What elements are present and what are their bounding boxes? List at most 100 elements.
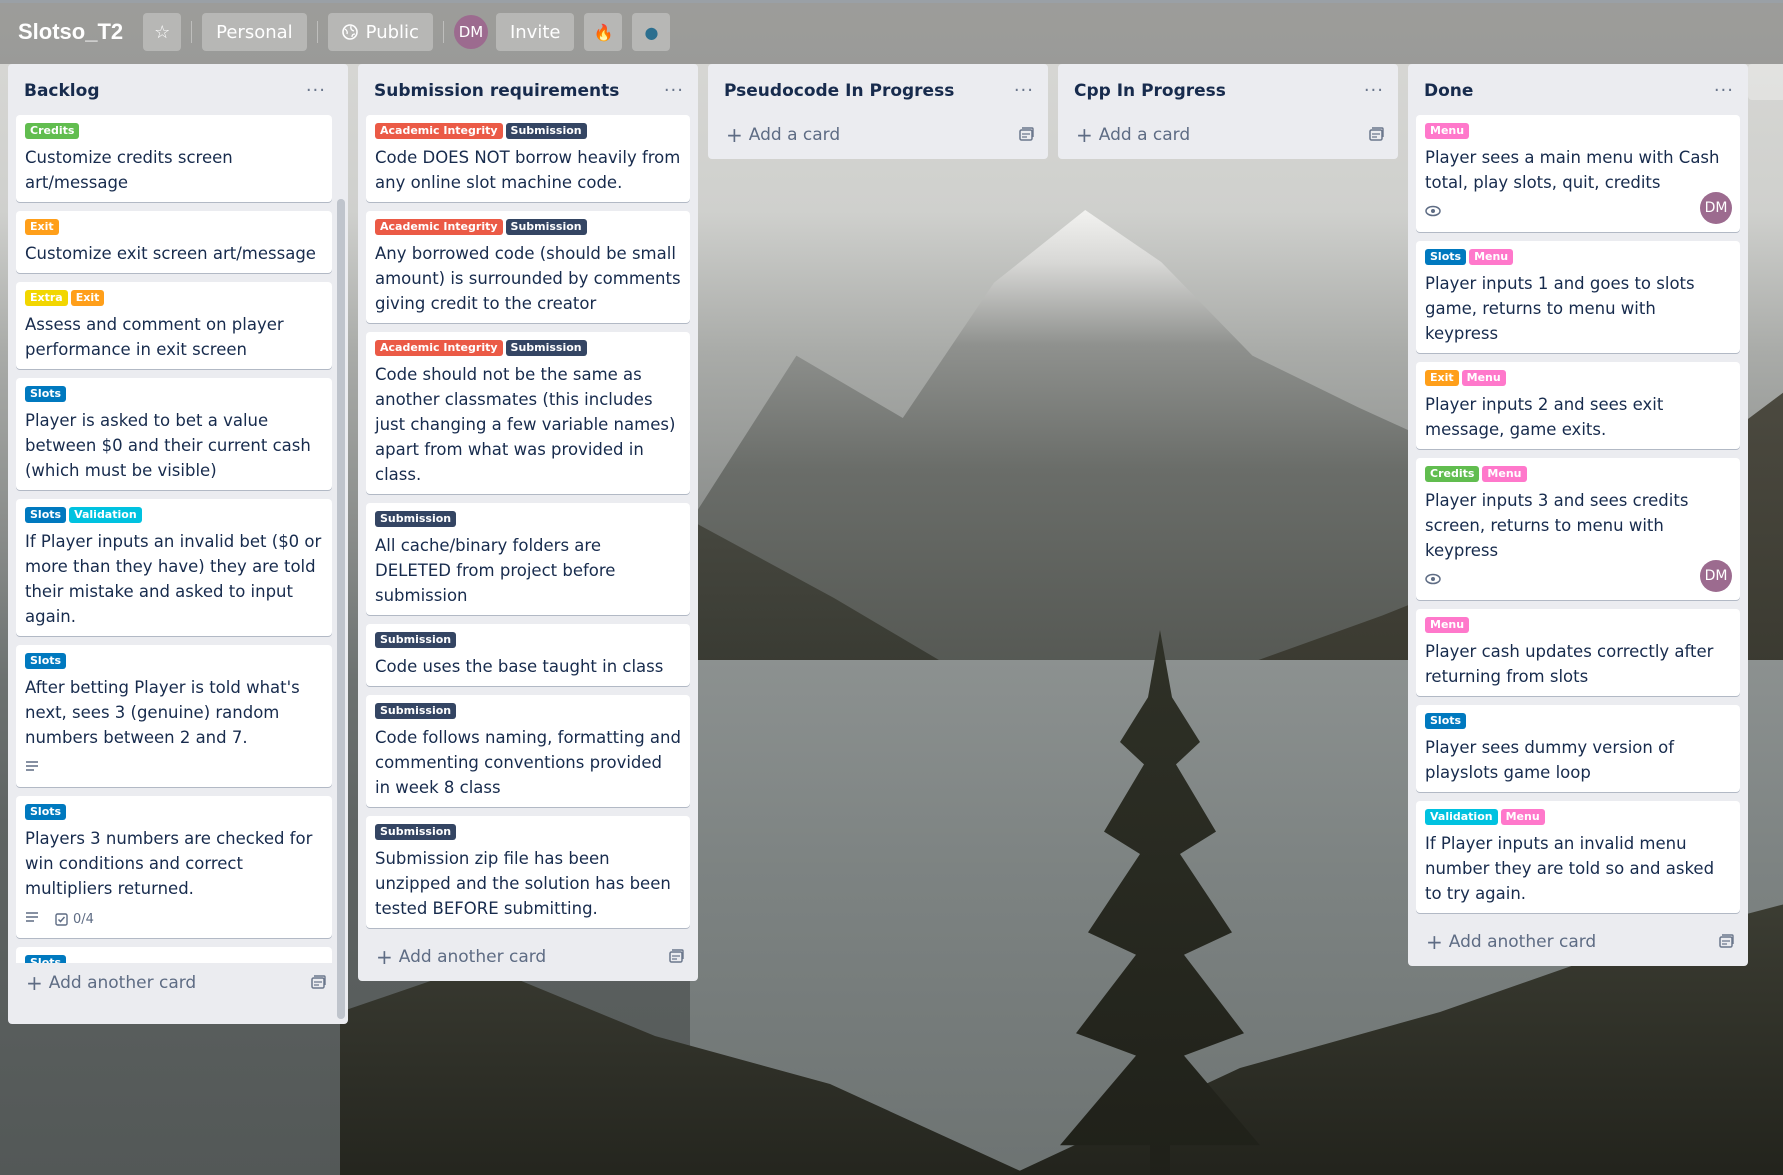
scrollbar-thumb[interactable] <box>337 199 345 1019</box>
card-label[interactable]: Slots <box>25 386 67 402</box>
card[interactable]: Menu Player cash updates correctly after … <box>1416 609 1740 696</box>
card[interactable]: Extra Exit Assess and comment on player pe… <box>16 282 332 369</box>
board-header: Slotso_T2 ☆ Personal Public DM Invite 🔥 … <box>0 0 1783 64</box>
description-icon <box>25 760 39 776</box>
globe-icon <box>341 24 358 40</box>
powerup-orb-button[interactable]: ● <box>632 13 671 51</box>
card-label[interactable]: Exit <box>25 219 59 235</box>
card-label[interactable]: Academic Integrity <box>375 219 503 235</box>
star-button[interactable]: ☆ <box>143 13 182 51</box>
card-title: Player is asked to bet a value between $… <box>25 411 311 480</box>
member-avatar[interactable]: DM <box>453 15 488 49</box>
add-card-button[interactable]: + Add another card <box>1426 930 1596 954</box>
card-template-icon[interactable] <box>1019 126 1034 145</box>
list-title[interactable]: Pseudocode In Progress <box>724 81 954 101</box>
card[interactable]: Academic Integrity Submission Any borrowed… <box>366 211 690 323</box>
card-label[interactable]: Submission <box>375 703 457 719</box>
card[interactable]: Slots Player sees dummy version of playsl… <box>1416 705 1740 792</box>
add-card-button[interactable]: + Add another card <box>376 945 546 969</box>
board-title[interactable]: Slotso_T2 <box>18 19 123 45</box>
card-label[interactable]: Validation <box>1425 809 1498 825</box>
card-label[interactable]: Menu <box>1425 123 1470 139</box>
list-menu-button[interactable]: ··· <box>664 80 684 101</box>
powerup-fire-button[interactable]: 🔥 <box>584 13 623 51</box>
add-card-row: + Add another card <box>366 937 690 973</box>
card[interactable]: Submission Code follows naming, formattin… <box>366 695 690 807</box>
card[interactable]: Slots Menu Player inputs 1 and goes to slo… <box>1416 241 1740 353</box>
list-title[interactable]: Cpp In Progress <box>1074 81 1226 101</box>
card-label[interactable]: Slots <box>25 507 67 523</box>
card-label[interactable]: Slots <box>25 804 67 820</box>
card[interactable]: SlotsAfter seeing 3 numbers, Player is t… <box>16 947 332 963</box>
card-template-icon[interactable] <box>669 948 684 967</box>
list-menu-button[interactable]: ··· <box>306 80 326 101</box>
card-label[interactable]: Menu <box>1461 370 1506 386</box>
card-template-icon[interactable] <box>311 974 326 993</box>
invite-button[interactable]: Invite <box>495 13 575 51</box>
personal-button[interactable]: Personal <box>202 13 307 51</box>
card-label[interactable]: Validation <box>69 507 142 523</box>
card-label[interactable]: Menu <box>1469 249 1514 265</box>
plus-icon: + <box>1426 930 1443 954</box>
list-scrollbar[interactable] <box>337 199 345 1019</box>
card-label[interactable]: Submission <box>505 340 587 356</box>
card-label[interactable]: Academic Integrity <box>375 123 503 139</box>
card[interactable]: Credits Menu Player inputs 3 and sees cred… <box>1416 458 1740 600</box>
card[interactable]: Submission Submission zip file has been u… <box>366 816 690 928</box>
card[interactable]: Academic Integrity Submission Code should … <box>366 332 690 494</box>
add-list-button[interactable] <box>1748 64 1783 100</box>
card-label[interactable]: Slots <box>1425 249 1467 265</box>
card-label[interactable]: Menu <box>1482 466 1527 482</box>
card-label[interactable]: Submission <box>375 632 457 648</box>
card-label[interactable]: Slots <box>25 955 67 963</box>
card[interactable]: Academic Integrity Submission Code DOES NO… <box>366 115 690 202</box>
card-label[interactable]: Menu <box>1500 809 1545 825</box>
card-label[interactable]: Credits <box>1425 466 1480 482</box>
plus-icon: + <box>376 945 393 969</box>
card-labels: Credits <box>25 123 323 139</box>
card-label[interactable]: Menu <box>1425 617 1470 633</box>
card-label[interactable]: Submission <box>375 824 457 840</box>
card-label[interactable]: Submission <box>505 219 587 235</box>
card[interactable]: Credits Customize credits screen art/mess… <box>16 115 332 202</box>
card-label[interactable]: Slots <box>25 653 67 669</box>
card[interactable]: Slots Player is asked to bet a value betw… <box>16 378 332 490</box>
card-labels: Submission <box>375 511 681 527</box>
card[interactable]: Exit Customize exit screen art/message <box>16 211 332 273</box>
card-member-avatar[interactable]: DM <box>1700 192 1732 224</box>
card[interactable]: Submission Code uses the base taught in c… <box>366 624 690 686</box>
card-label[interactable]: Slots <box>1425 713 1467 729</box>
card[interactable]: Exit Menu Player inputs 2 and sees exit me… <box>1416 362 1740 449</box>
card-template-icon[interactable] <box>1369 126 1384 145</box>
list-cards: Academic Integrity Submission Code DOES NO… <box>366 115 690 928</box>
list-menu-button[interactable]: ··· <box>1364 80 1384 101</box>
card-label[interactable]: Exit <box>70 290 105 306</box>
card-label[interactable]: Exit <box>1425 370 1459 386</box>
card[interactable]: Validation Menu If Player inputs an invali… <box>1416 801 1740 913</box>
add-card-button[interactable]: + Add a card <box>726 123 840 147</box>
card-label[interactable]: Submission <box>375 511 457 527</box>
list-menu-button[interactable]: ··· <box>1014 80 1034 101</box>
card[interactable]: Submission All cache/binary folders are D… <box>366 503 690 615</box>
list-title[interactable]: Submission requirements <box>374 81 619 101</box>
orb-icon: ● <box>644 22 659 42</box>
visibility-button[interactable]: Public <box>327 13 433 51</box>
card-label[interactable]: Credits <box>25 123 80 139</box>
card-member-avatar[interactable]: DM <box>1700 560 1732 592</box>
card-label[interactable]: Academic Integrity <box>375 340 503 356</box>
add-card-button[interactable]: + Add another card <box>26 971 196 995</box>
card-labels: Slots <box>25 804 323 820</box>
card[interactable]: Slots Players 3 numbers are checked for w… <box>16 796 332 938</box>
card-label[interactable]: Extra <box>25 290 68 306</box>
list-title[interactable]: Backlog <box>24 81 100 101</box>
add-card-label: Add a card <box>748 125 841 145</box>
header-divider <box>316 21 318 43</box>
card[interactable]: Menu Player sees a main menu with Cash to… <box>1416 115 1740 232</box>
card[interactable]: Slots Validation If Player inputs an inval… <box>16 499 332 636</box>
card-template-icon[interactable] <box>1719 933 1734 952</box>
card-label[interactable]: Submission <box>505 123 587 139</box>
list-title[interactable]: Done <box>1424 81 1473 101</box>
card[interactable]: Slots After betting Player is told what's… <box>16 645 332 787</box>
list-menu-button[interactable]: ··· <box>1714 80 1734 101</box>
add-card-button[interactable]: + Add a card <box>1076 123 1190 147</box>
